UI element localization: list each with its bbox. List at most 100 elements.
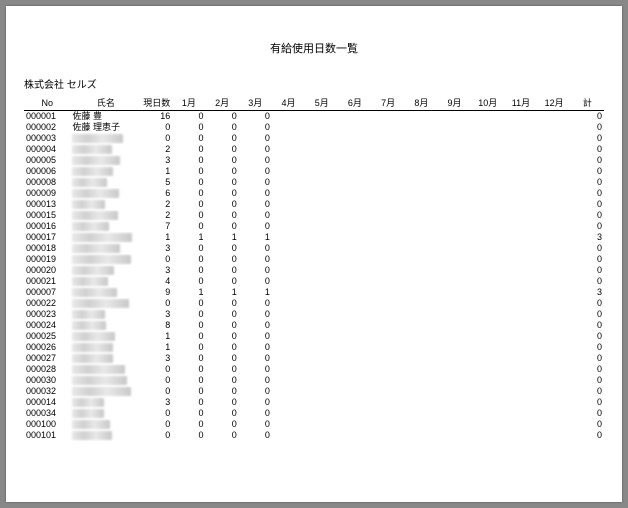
cell-month: [338, 408, 371, 419]
cell-month: [538, 397, 571, 408]
cell-current: 1: [141, 331, 172, 342]
cell-month: [504, 133, 537, 144]
cell-month: [438, 188, 471, 199]
cell-name: [70, 364, 141, 375]
cell-month: 0: [239, 265, 272, 276]
cell-month: [338, 221, 371, 232]
cell-month: [538, 430, 571, 441]
cell-month: [372, 199, 405, 210]
cell-month: [372, 364, 405, 375]
cell-month: 0: [172, 199, 205, 210]
cell-no: 000007: [24, 287, 70, 298]
cell-total: 0: [571, 111, 604, 123]
cell-month: [272, 397, 305, 408]
cell-month: 0: [172, 419, 205, 430]
cell-month: 0: [172, 254, 205, 265]
cell-month: [372, 155, 405, 166]
cell-month: [305, 430, 338, 441]
cell-total: 0: [571, 430, 604, 441]
cell-month: [504, 276, 537, 287]
cell-month: [538, 386, 571, 397]
cell-month: 0: [172, 342, 205, 353]
cell-month: [372, 221, 405, 232]
cell-month: [538, 254, 571, 265]
col-m7: 7月: [372, 95, 405, 111]
cell-month: 0: [206, 397, 239, 408]
cell-month: [504, 331, 537, 342]
redacted-name: [72, 222, 108, 231]
cell-current: 8: [141, 320, 172, 331]
redacted-name: [72, 255, 131, 264]
cell-month: [538, 144, 571, 155]
redacted-name: [72, 244, 120, 253]
cell-month: [372, 430, 405, 441]
cell-month: 0: [206, 331, 239, 342]
cell-month: [438, 199, 471, 210]
cell-current: 7: [141, 221, 172, 232]
cell-current: 0: [141, 133, 172, 144]
cell-month: [538, 243, 571, 254]
cell-no: 000015: [24, 210, 70, 221]
company-name: 株式会社 セルズ: [24, 76, 604, 91]
cell-month: [438, 133, 471, 144]
cell-month: [504, 144, 537, 155]
cell-current: 2: [141, 144, 172, 155]
table-row: 00000610000: [24, 166, 604, 177]
cell-name: [70, 320, 141, 331]
cell-current: 4: [141, 276, 172, 287]
cell-month: [471, 309, 504, 320]
redacted-name: [72, 233, 131, 242]
cell-month: [305, 309, 338, 320]
cell-month: [471, 265, 504, 276]
cell-month: [305, 419, 338, 430]
redacted-name: [72, 145, 111, 154]
cell-month: [504, 243, 537, 254]
cell-current: 3: [141, 353, 172, 364]
cell-no: 000028: [24, 364, 70, 375]
cell-total: 0: [571, 353, 604, 364]
cell-month: [338, 166, 371, 177]
cell-month: [504, 287, 537, 298]
cell-month: [471, 122, 504, 133]
cell-month: 0: [172, 397, 205, 408]
cell-total: 0: [571, 188, 604, 199]
cell-month: [405, 265, 438, 276]
cell-month: [538, 232, 571, 243]
cell-month: [305, 177, 338, 188]
cell-month: [338, 353, 371, 364]
cell-total: 0: [571, 133, 604, 144]
cell-month: 0: [206, 210, 239, 221]
cell-no: 000018: [24, 243, 70, 254]
cell-month: [471, 188, 504, 199]
cell-month: [372, 210, 405, 221]
cell-month: [438, 320, 471, 331]
cell-name: [70, 144, 141, 155]
table-row: 00010100000: [24, 430, 604, 441]
cell-month: [538, 309, 571, 320]
cell-month: [438, 386, 471, 397]
cell-month: [272, 243, 305, 254]
cell-current: 0: [141, 375, 172, 386]
cell-total: 0: [571, 144, 604, 155]
cell-month: [338, 243, 371, 254]
cell-month: [338, 155, 371, 166]
cell-month: [471, 155, 504, 166]
cell-month: 0: [172, 155, 205, 166]
cell-month: [471, 331, 504, 342]
cell-month: [405, 243, 438, 254]
cell-total: 0: [571, 331, 604, 342]
cell-month: [338, 177, 371, 188]
cell-no: 000032: [24, 386, 70, 397]
cell-month: [471, 232, 504, 243]
cell-month: [504, 386, 537, 397]
cell-month: [272, 408, 305, 419]
cell-month: [471, 353, 504, 364]
cell-name: [70, 386, 141, 397]
cell-month: 0: [239, 276, 272, 287]
col-current: 現日数: [141, 95, 172, 111]
cell-month: [272, 111, 305, 123]
cell-month: [272, 276, 305, 287]
cell-month: 0: [206, 166, 239, 177]
cell-current: 0: [141, 386, 172, 397]
cell-month: [405, 386, 438, 397]
